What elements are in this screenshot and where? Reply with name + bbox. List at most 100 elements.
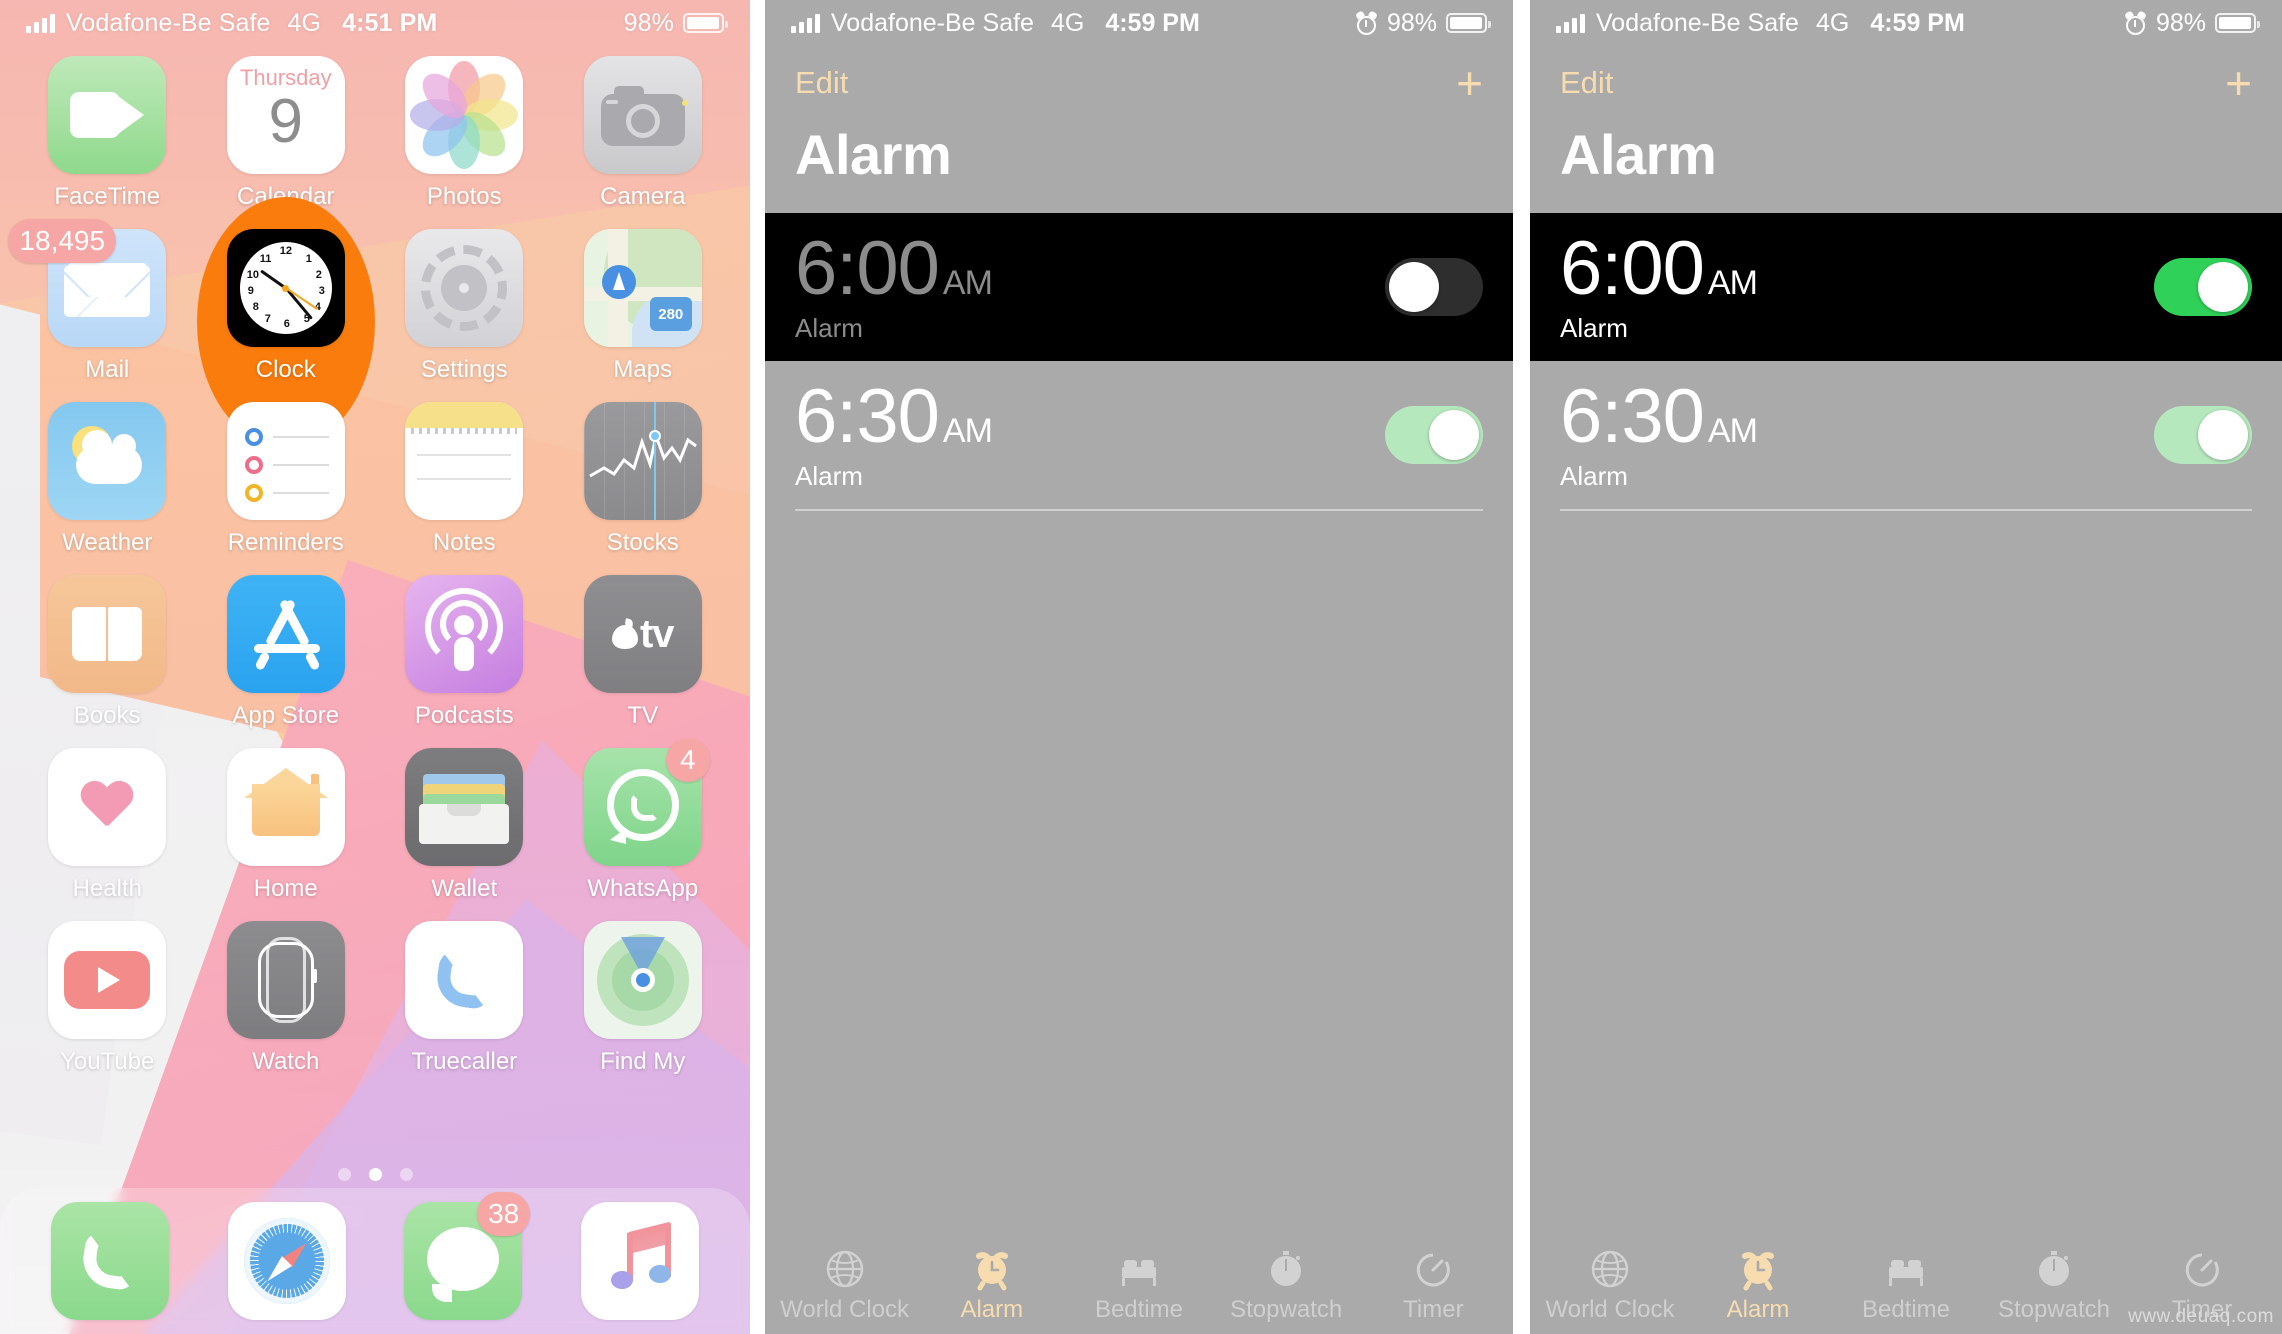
app-label: Podcasts [414,702,514,729]
app-facetime[interactable]: FaceTime [18,56,197,211]
tab-stopwatch[interactable]: Stopwatch [1980,1247,2128,1324]
app-tv[interactable]: tv TV [554,575,733,730]
phone-icon [51,1202,170,1320]
timer-icon [1417,1253,1451,1286]
app-calendar[interactable]: Thursday 9 Calendar [197,56,376,211]
alarm-row[interactable]: 6:00 AM Alarm [765,213,1513,361]
tab-label: World Clock [780,1295,910,1323]
clock-icon: 12 1 2 3 4 5 6 7 8 9 10 11 [226,229,345,347]
alarm-label: Alarm [795,460,863,491]
settings-icon [405,229,524,347]
app-label: Stocks [606,529,679,556]
health-icon [48,748,167,866]
app-home[interactable]: Home [197,748,376,903]
tab-label: Stopwatch [1230,1295,1343,1323]
alarm-row[interactable]: 6:30 AM Alarm [765,361,1513,509]
tab-bedtime[interactable]: Bedtime [1065,1247,1212,1324]
page-dot-active[interactable] [368,1168,382,1181]
battery-icon [1446,13,1491,33]
app-label: Find My [600,1048,686,1075]
tab-alarm[interactable]: Alarm [918,1247,1065,1324]
app-mail[interactable]: 18,495 Mail [8,219,197,384]
site-watermark: www.deuaq.com [2128,1306,2274,1327]
app-app-store[interactable]: App Store [197,575,376,730]
app-label: Watch [252,1048,320,1075]
alarm-ampm: AM [942,263,993,302]
alarm-screen-after: Vodafone-Be Safe 4G 4:59 PM 98% Edit + A… [1530,0,2282,1334]
safari-icon [227,1202,346,1320]
tab-bedtime[interactable]: Bedtime [1832,1247,1980,1324]
alarm-clock-icon [1742,1251,1774,1290]
app-podcasts[interactable]: Podcasts [375,575,554,730]
alarm-toggle[interactable] [1385,406,1483,464]
alarm-toggle[interactable] [2154,258,2252,316]
tab-timer[interactable]: Timer [1360,1247,1507,1324]
alarm-row[interactable]: 6:00 AM Alarm [1530,213,2282,361]
page-dot[interactable] [399,1168,413,1181]
app-stocks[interactable]: Stocks [554,402,733,557]
tab-world-clock[interactable]: World Clock [771,1247,918,1324]
page-indicator-dots[interactable] [0,1168,750,1181]
alarm-label: Alarm [795,312,863,343]
reminders-icon [226,402,345,520]
alarm-toggle[interactable] [2154,406,2252,464]
app-reminders[interactable]: Reminders [197,402,376,557]
alarm-list-after: 6:00 AM Alarm 6:30 AM Alarm [1530,213,2282,511]
tab-world-clock[interactable]: World Clock [1536,1247,1684,1324]
add-alarm-button[interactable]: + [2225,60,2252,106]
app-label: App Store [232,702,340,729]
app-books[interactable]: Books [18,575,197,730]
tab-alarm[interactable]: Alarm [1684,1247,1832,1324]
network-type-label: 4G [1815,8,1850,37]
tab-stopwatch[interactable]: Stopwatch [1213,1247,1360,1324]
app-watch[interactable]: Watch [197,921,376,1076]
carrier-label: Vodafone-Be Safe [66,8,271,37]
app-store-icon [226,575,345,693]
app-weather[interactable]: Weather [18,402,197,557]
add-alarm-button[interactable]: + [1456,60,1483,106]
photos-icon [405,56,524,174]
globe-icon [826,1250,863,1287]
edit-button[interactable]: Edit [1560,65,1613,101]
tab-label: Bedtime [1094,1295,1183,1323]
books-icon [48,575,167,693]
alarm-list-before: 6:00 AM Alarm 6:30 AM Alarm [765,213,1513,511]
app-whatsapp[interactable]: 4 WhatsApp [554,738,733,903]
dock-app-phone[interactable] [51,1202,170,1320]
dock-app-music[interactable] [580,1202,699,1320]
bed-icon [1889,1259,1923,1286]
cellular-bars-icon [1556,13,1585,33]
alarm-label: Alarm [1560,460,1628,491]
app-clock[interactable]: 12 1 2 3 4 5 6 7 8 9 10 11 Clock [196,196,376,447]
alarm-label: Alarm [1560,312,1628,343]
dock-app-messages[interactable]: 38 [404,1192,531,1320]
app-icon-grid: FaceTime Thursday 9 Calendar P [0,56,750,1076]
edit-button[interactable]: Edit [795,65,848,101]
notes-icon [405,402,524,520]
app-wallet[interactable]: Wallet [375,748,554,903]
alarm-before-nav-bar: Edit + [765,46,1513,120]
app-label: Reminders [227,529,344,556]
app-label: Books [73,702,141,729]
alarm-row[interactable]: 6:30 AM Alarm [1530,361,2282,509]
app-find-my[interactable]: Find My [554,921,733,1076]
app-settings[interactable]: Settings [375,229,554,384]
messages-badge: 38 [477,1192,531,1236]
app-photos[interactable]: Photos [375,56,554,211]
app-label: Clock [255,356,316,383]
tab-label: Timer [1403,1295,1464,1323]
bed-icon [1121,1259,1156,1286]
app-camera[interactable]: Camera [554,56,733,211]
tab-label: World Clock [1545,1295,1675,1323]
dock-app-safari[interactable] [227,1202,346,1320]
app-notes[interactable]: Notes [375,402,554,557]
app-youtube[interactable]: YouTube [18,921,197,1076]
app-truecaller[interactable]: Truecaller [375,921,554,1076]
app-health[interactable]: Health [18,748,197,903]
facetime-icon [48,56,167,174]
page-dot[interactable] [337,1168,351,1181]
stopwatch-icon [2039,1250,2069,1286]
alarm-toggle[interactable] [1385,258,1483,316]
app-maps[interactable]: 280 Maps [554,229,733,384]
battery-icon [683,13,728,33]
